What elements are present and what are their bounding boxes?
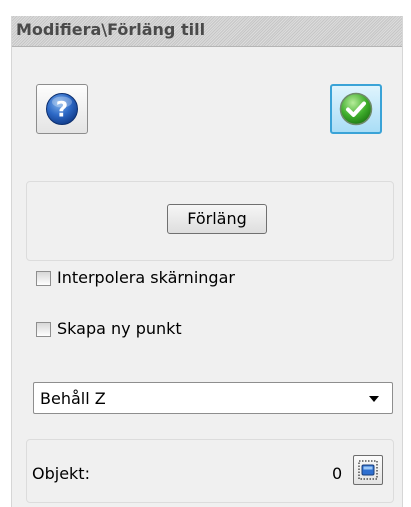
objects-section: Objekt: 0 xyxy=(26,439,394,503)
new-point-checkbox[interactable] xyxy=(36,322,51,337)
green-checkmark-icon xyxy=(339,92,373,126)
z-mode-value: Behåll Z xyxy=(40,389,106,408)
select-objects-button[interactable] xyxy=(353,455,383,485)
select-objects-icon xyxy=(358,460,378,480)
extend-section: Förläng xyxy=(26,181,394,261)
ok-button[interactable] xyxy=(330,84,382,134)
objects-label: Objekt: xyxy=(32,464,90,483)
svg-text:?: ? xyxy=(56,98,68,122)
title-bar: Modifiera\Förläng till xyxy=(12,16,402,47)
tool-panel: Modifiera\Förläng till ? Förläng Interpo… xyxy=(11,16,403,507)
panel-title: Modifiera\Förläng till xyxy=(16,20,206,39)
interpolate-checkbox[interactable] xyxy=(36,271,51,286)
z-mode-dropdown[interactable]: Behåll Z xyxy=(33,382,393,414)
chevron-down-icon xyxy=(369,396,379,402)
objects-count: 0 xyxy=(332,464,343,483)
question-mark-icon: ? xyxy=(46,93,78,125)
extend-button[interactable]: Förläng xyxy=(167,204,267,234)
interpolate-label: Interpolera skärningar xyxy=(57,268,235,287)
help-button[interactable]: ? xyxy=(36,84,88,134)
new-point-label: Skapa ny punkt xyxy=(57,319,182,338)
